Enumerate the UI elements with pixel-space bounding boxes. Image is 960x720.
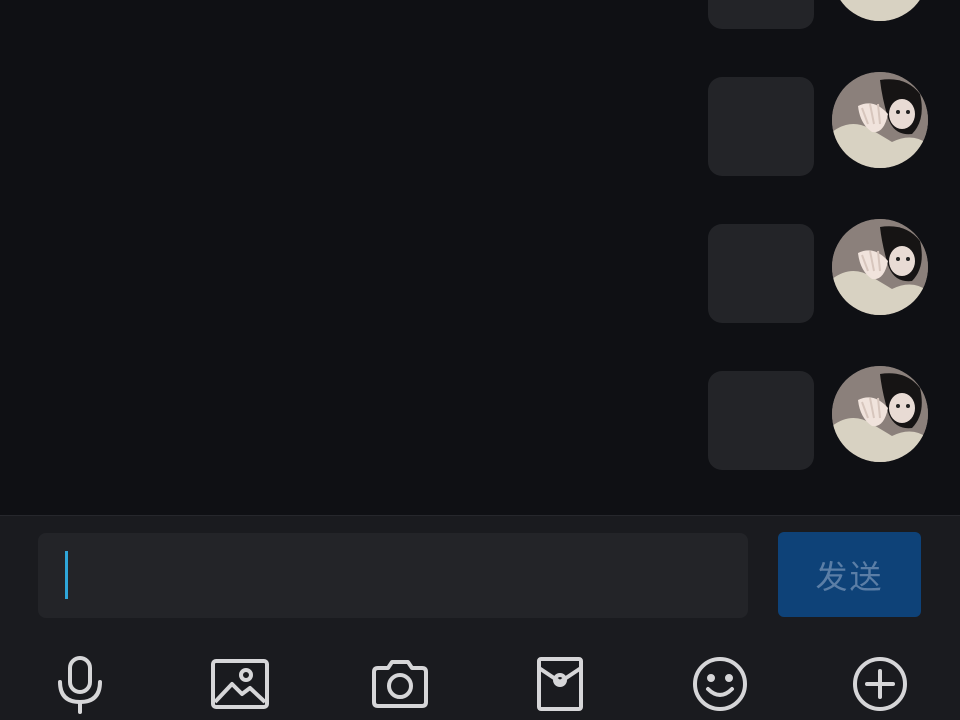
camera-icon[interactable] <box>368 652 432 716</box>
image-icon[interactable] <box>208 652 272 716</box>
text-caret <box>65 551 68 599</box>
plus-icon[interactable] <box>848 652 912 716</box>
avatar[interactable] <box>832 219 928 315</box>
input-toolbar <box>0 644 960 720</box>
composer-bar: 发送 <box>0 515 960 720</box>
avatar[interactable] <box>832 0 928 21</box>
message-input[interactable] <box>38 533 748 618</box>
emoji-icon[interactable] <box>688 652 752 716</box>
message-row <box>708 366 938 471</box>
message-bubble[interactable] <box>708 0 814 29</box>
message-bubble[interactable] <box>708 371 814 470</box>
message-row <box>708 72 938 177</box>
message-list[interactable] <box>0 0 960 515</box>
message-bubble[interactable] <box>708 77 814 176</box>
chat-screen: 发送 <box>0 0 960 720</box>
message-row <box>708 219 938 324</box>
microphone-icon[interactable] <box>48 652 112 716</box>
send-button[interactable]: 发送 <box>778 532 921 617</box>
avatar[interactable] <box>832 72 928 168</box>
message-row <box>708 0 938 30</box>
avatar[interactable] <box>832 366 928 462</box>
red-packet-icon[interactable] <box>528 652 592 716</box>
message-bubble[interactable] <box>708 224 814 323</box>
